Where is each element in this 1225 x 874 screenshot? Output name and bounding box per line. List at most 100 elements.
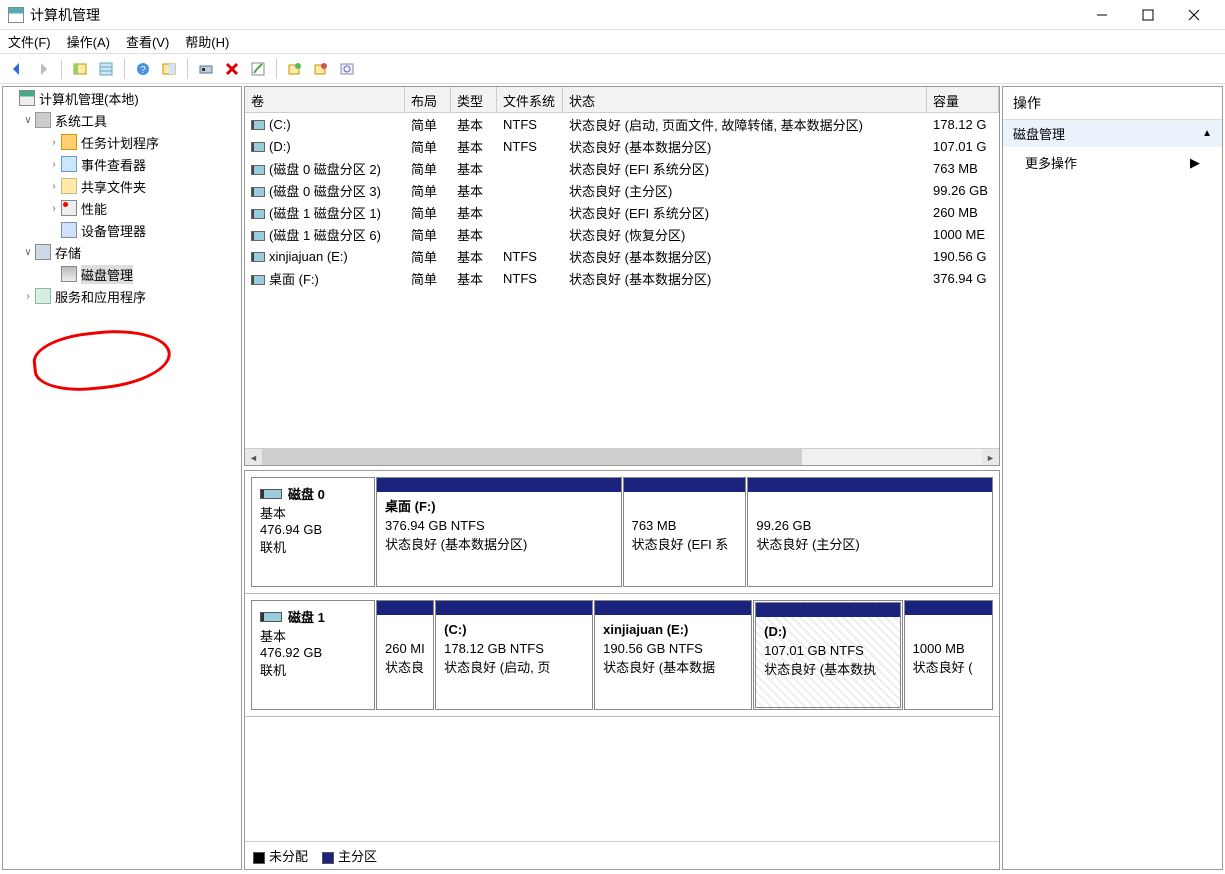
legend-unallocated-icon [253,852,265,864]
tree-shared-folders[interactable]: ›共享文件夹 [3,175,241,197]
scroll-thumb[interactable] [262,449,802,466]
volume-row[interactable]: (磁盘 0 磁盘分区 3)简单基本状态良好 (主分区)99.26 GB [245,179,999,201]
disk1-part-c[interactable]: (C:)178.12 GB NTFS状态良好 (启动, 页 [435,600,593,710]
tree-performance[interactable]: ›性能 [3,197,241,219]
volume-row[interactable]: (D:)简单基本NTFS状态良好 (基本数据分区)107.01 G [245,135,999,157]
partition-bar [624,478,746,492]
scroll-right-icon[interactable]: ► [982,449,999,466]
center-pane: 卷 布局 类型 文件系统 状态 容量 (C:)简单基本NTFS状态良好 (启动,… [244,86,1000,870]
col-volume[interactable]: 卷 [245,87,405,112]
volume-list[interactable]: 卷 布局 类型 文件系统 状态 容量 (C:)简单基本NTFS状态良好 (启动,… [244,86,1000,466]
volume-icon [251,120,265,130]
event-icon [61,156,77,172]
disk0-info[interactable]: 磁盘 0 基本 476.94 GB 联机 [251,477,375,587]
delete-button[interactable] [221,58,243,80]
partition-bar [377,601,433,615]
action2-button[interactable] [310,58,332,80]
disk1-part-recovery[interactable]: 1000 MB状态良好 ( [904,600,993,710]
forward-button[interactable] [32,58,54,80]
menu-file[interactable]: 文件(F) [8,32,51,51]
tools-icon [35,112,51,128]
collapse-icon: ▲ [1202,128,1212,139]
refresh-button[interactable] [336,58,358,80]
volume-row[interactable]: (磁盘 1 磁盘分区 6)简单基本状态良好 (恢复分区)1000 ME [245,223,999,245]
action1-button[interactable] [284,58,306,80]
folder-icon [61,178,77,194]
scroll-left-icon[interactable]: ◄ [245,449,262,466]
disk0-part-primary[interactable]: 99.26 GB状态良好 (主分区) [747,477,993,587]
disk1-part-d[interactable]: (D:)107.01 GB NTFS状态良好 (基本数执 [753,600,903,710]
partition-bar [377,478,621,492]
tree-event-viewer[interactable]: ›事件查看器 [3,153,241,175]
disk-icon [61,266,77,282]
volume-icon [251,231,265,241]
menubar: 文件(F) 操作(A) 查看(V) 帮助(H) [0,30,1225,54]
menu-action[interactable]: 操作(A) [67,32,110,51]
panel-button[interactable] [158,58,180,80]
volume-row[interactable]: (C:)简单基本NTFS状态良好 (启动, 页面文件, 故障转储, 基本数据分区… [245,113,999,135]
volume-icon [251,275,265,285]
toolbar-sep [187,59,188,79]
disk1-info[interactable]: 磁盘 1 基本 476.92 GB 联机 [251,600,375,710]
actions-pane: 操作 磁盘管理 ▲ 更多操作 ▶ [1002,86,1223,870]
tree-task-scheduler[interactable]: ›任务计划程序 [3,131,241,153]
volume-icon [251,142,265,152]
toolbar-sep [124,59,125,79]
tree-services-apps[interactable]: ›服务和应用程序 [3,285,241,307]
legend-primary-icon [322,852,334,864]
show-hide-tree-button[interactable] [69,58,91,80]
volume-icon [251,187,265,197]
actions-group-disk[interactable]: 磁盘管理 ▲ [1003,120,1222,147]
tree-device-manager[interactable]: 设备管理器 [3,219,241,241]
annotation-circle [30,324,173,396]
tree-storage[interactable]: ∨存储 [3,241,241,263]
tree-system-tools[interactable]: ∨系统工具 [3,109,241,131]
menu-help[interactable]: 帮助(H) [185,32,229,51]
disk1-part-efi[interactable]: 260 MI状态良 [376,600,434,710]
back-button[interactable] [6,58,28,80]
volume-icon [251,252,265,262]
tree-disk-management[interactable]: 磁盘管理 [3,263,241,285]
disk-row-1: 磁盘 1 基本 476.92 GB 联机 260 MI状态良 (C:)178.1… [245,594,999,717]
partition-bar [436,601,592,615]
volume-hscroll[interactable]: ◄ ► [245,448,999,465]
volume-header: 卷 布局 类型 文件系统 状态 容量 [245,87,999,113]
device-icon [61,222,77,238]
volume-row[interactable]: 桌面 (F:)简单基本NTFS状态良好 (基本数据分区)376.94 G [245,267,999,289]
partition-bar [595,601,751,615]
app-icon [8,7,24,23]
main: 计算机管理(本地) ∨系统工具 ›任务计划程序 ›事件查看器 ›共享文件夹 ›性… [0,84,1225,872]
maximize-button[interactable] [1125,1,1171,29]
storage-icon [35,244,51,260]
tree-root[interactable]: 计算机管理(本地) [3,87,241,109]
help-button[interactable]: ? [132,58,154,80]
col-fs[interactable]: 文件系统 [497,87,563,112]
actions-more[interactable]: 更多操作 ▶ [1003,147,1222,178]
volume-icon [251,165,265,175]
close-button[interactable] [1171,1,1217,29]
disk0-part-efi[interactable]: 763 MB状态良好 (EFI 系 [623,477,747,587]
rescan-button[interactable] [195,58,217,80]
col-layout[interactable]: 布局 [405,87,451,112]
col-type[interactable]: 类型 [451,87,497,112]
menu-view[interactable]: 查看(V) [126,32,169,51]
view-list-button[interactable] [95,58,117,80]
partition-bar [905,601,992,615]
col-status[interactable]: 状态 [563,87,927,112]
col-capacity[interactable]: 容量 [927,87,999,112]
performance-icon [61,200,77,216]
volume-row[interactable]: (磁盘 0 磁盘分区 2)简单基本状态良好 (EFI 系统分区)763 MB [245,157,999,179]
disk-map: 磁盘 0 基本 476.94 GB 联机 桌面 (F:)376.94 GB NT… [244,470,1000,870]
properties-button[interactable] [247,58,269,80]
disk0-part-f[interactable]: 桌面 (F:)376.94 GB NTFS状态良好 (基本数据分区) [376,477,622,587]
partition-bar [748,478,992,492]
tree-pane[interactable]: 计算机管理(本地) ∨系统工具 ›任务计划程序 ›事件查看器 ›共享文件夹 ›性… [2,86,242,870]
disk1-part-e[interactable]: xinjiajuan (E:)190.56 GB NTFS状态良好 (基本数据 [594,600,752,710]
volume-row[interactable]: xinjiajuan (E:)简单基本NTFS状态良好 (基本数据分区)190.… [245,245,999,267]
server-icon [19,90,35,106]
volume-row[interactable]: (磁盘 1 磁盘分区 1)简单基本状态良好 (EFI 系统分区)260 MB [245,201,999,223]
minimize-button[interactable] [1079,1,1125,29]
volume-icon [251,209,265,219]
toolbar-sep [276,59,277,79]
window-title: 计算机管理 [30,5,1079,25]
